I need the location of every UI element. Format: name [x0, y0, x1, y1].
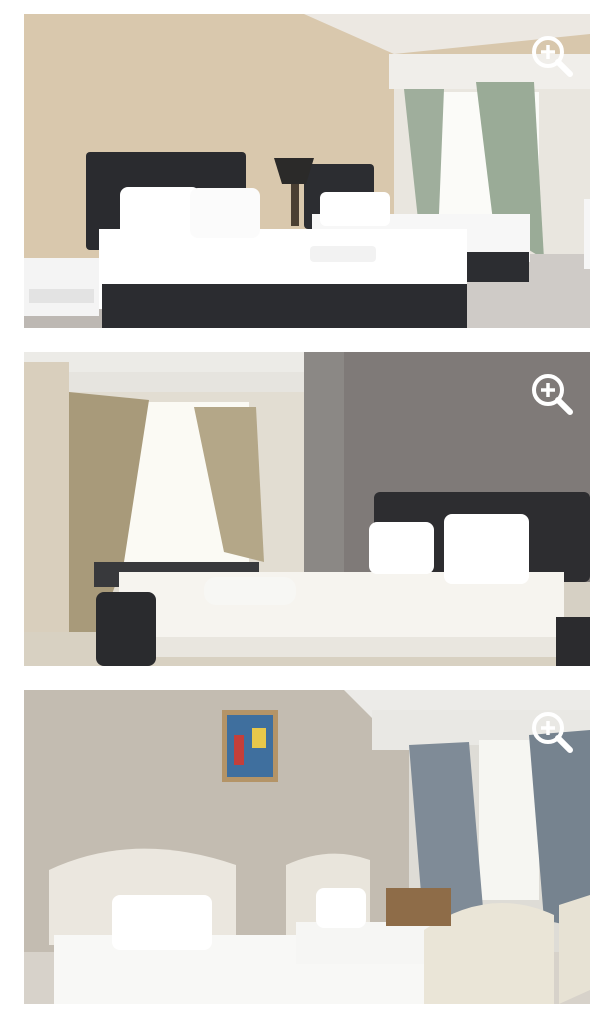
room-photo-image — [24, 352, 590, 666]
zoom-in-icon — [532, 374, 573, 415]
zoom-in-icon — [532, 36, 573, 77]
room-photo-2[interactable] — [24, 352, 590, 666]
room-photo-image — [24, 690, 590, 1004]
zoom-in-button[interactable] — [528, 370, 576, 418]
zoom-in-button[interactable] — [528, 32, 576, 80]
zoom-in-icon — [532, 712, 573, 753]
photo-gallery — [0, 0, 614, 1024]
zoom-in-button[interactable] — [528, 708, 576, 756]
room-photo-1[interactable] — [24, 14, 590, 328]
room-photo-image — [24, 14, 590, 328]
room-photo-3[interactable] — [24, 690, 590, 1004]
